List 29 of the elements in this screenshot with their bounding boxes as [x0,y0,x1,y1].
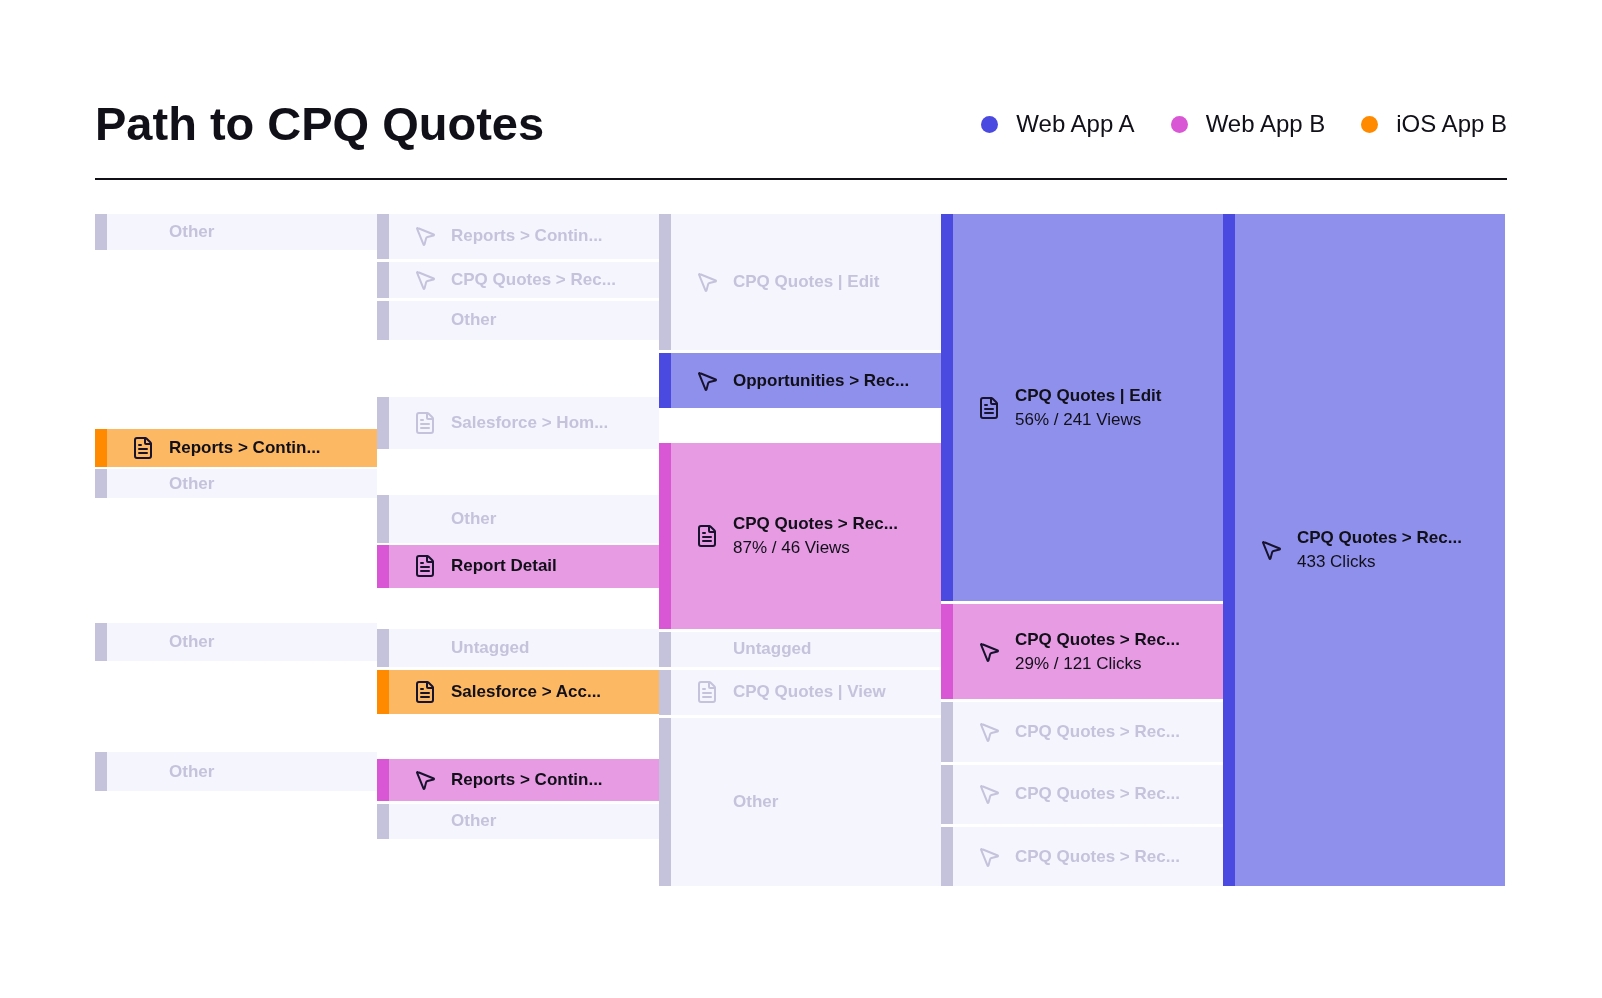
node-label: Report Detail [451,555,557,578]
legend-label: iOS App B [1396,109,1507,139]
document-icon [695,523,719,548]
node-label: CPQ Quotes > Rec... [1015,628,1180,651]
document-icon [413,679,437,704]
document-icon [413,554,437,579]
cursor-icon [413,768,437,792]
cursor-icon [1259,538,1283,563]
node-label: CPQ Quotes > Rec... [733,512,898,535]
document-icon [413,410,437,435]
node-stats: 29% / 121 Clicks [1015,652,1143,675]
node-stats: 56% / 241 Views [1015,408,1143,431]
cursor-icon [977,720,1001,744]
node-stats: 87% / 46 Views [733,536,851,559]
node-stats: 433 Clicks [1297,551,1377,574]
node-label: Opportunities > Rec... [733,369,910,392]
chart-title: Path to CPQ Quotes [95,96,545,152]
cursor-icon [413,224,437,249]
legend-label: Web App A [1016,109,1135,139]
document-icon [977,395,1001,420]
node-label: CPQ Quotes | Edit [1015,384,1162,407]
node-label: Salesforce > Acc... [451,680,602,703]
node-label: CPQ Quotes > Rec... [1297,527,1462,550]
legend-label: Web App B [1205,109,1326,139]
node-label: Reports > Contin... [451,769,603,791]
document-icon [695,680,719,705]
cursor-icon [977,782,1001,807]
node-label: Reports > Contin... [169,436,321,459]
document-icon [131,435,155,460]
